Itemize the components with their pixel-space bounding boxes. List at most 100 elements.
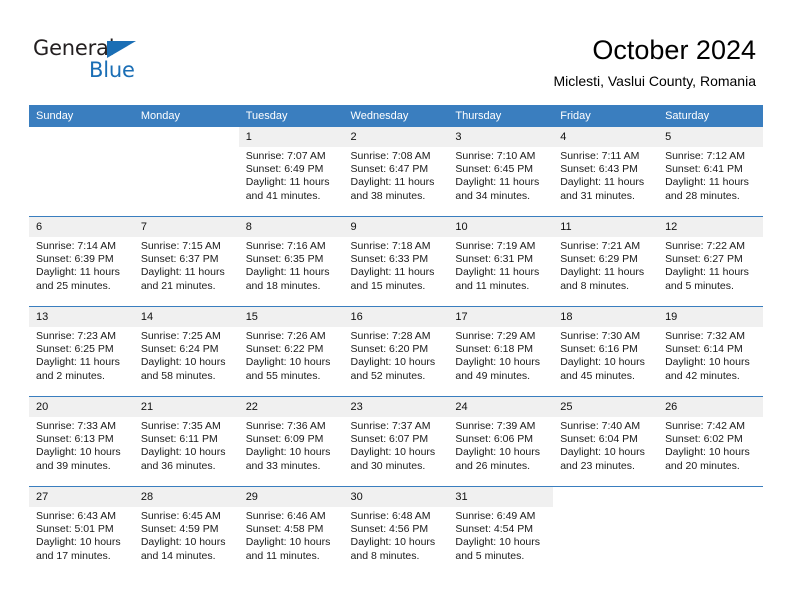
- sunset-text: Sunset: 6:14 PM: [665, 343, 743, 356]
- sunset-text: Sunset: 6:11 PM: [140, 433, 218, 446]
- daylight-text-line1: Daylight: 10 hours: [245, 446, 331, 459]
- day-number: 6: [29, 217, 134, 237]
- calendar-day-cell[interactable]: 2 Sunrise: 7:08 AM Sunset: 6:47 PM Daylight…: [343, 127, 449, 217]
- calendar-day-cell[interactable]: 14 Sunrise: 7:25 AM Sunset: 6:24 PM Dayligh…: [133, 306, 239, 397]
- daylight-text-line2: and 15 minutes.: [350, 279, 426, 292]
- daylight-text-line1: Daylight: 10 hours: [140, 536, 226, 549]
- daylight-text-line1: Daylight: 10 hours: [245, 356, 331, 369]
- daylight-text-line2: and 28 minutes.: [665, 189, 740, 202]
- logo-text-blue: Blue: [89, 58, 135, 82]
- day-cell-inner: 13 Sunrise: 7:23 AM Sunset: 6:25 PM Dayligh…: [29, 307, 134, 396]
- calendar-day-cell[interactable]: 12 Sunrise: 7:22 AM Sunset: 6:27 PM Dayligh…: [658, 216, 763, 307]
- day-cell-inner: 11 Sunrise: 7:21 AM Sunset: 6:29 PM Dayligh…: [553, 217, 659, 306]
- day-sun-info: Sunrise: 7:19 AM Sunset: 6:31 PM Daylight:…: [448, 237, 553, 293]
- day-cell-inner: 8 Sunrise: 7:16 AM Sunset: 6:35 PM Daylight…: [238, 217, 344, 306]
- sunset-text: Sunset: 6:07 PM: [350, 433, 429, 446]
- calendar-day-cell[interactable]: 1 Sunrise: 7:07 AM Sunset: 6:49 PM Daylight…: [238, 127, 344, 217]
- calendar-day-cell[interactable]: 27 Sunrise: 6:43 AM Sunset: 5:01 PM Dayligh…: [29, 486, 134, 576]
- sunrise-text: Sunrise: 7:08 AM: [350, 150, 431, 162]
- calendar-day-cell[interactable]: 15 Sunrise: 7:26 AM Sunset: 6:22 PM Dayligh…: [238, 306, 344, 397]
- daylight-text-line1: Daylight: 10 hours: [350, 536, 436, 549]
- calendar-day-cell[interactable]: 13 Sunrise: 7:23 AM Sunset: 6:25 PM Dayligh…: [29, 306, 134, 397]
- calendar-day-cell[interactable]: 18 Sunrise: 7:30 AM Sunset: 6:16 PM Dayligh…: [553, 306, 659, 397]
- day-number: 9: [343, 217, 449, 237]
- calendar-day-cell[interactable]: 28 Sunrise: 6:45 AM Sunset: 4:59 PM Dayligh…: [133, 486, 239, 576]
- daylight-text-line1: Daylight: 10 hours: [560, 446, 645, 459]
- calendar-day-cell[interactable]: 5 Sunrise: 7:12 AM Sunset: 6:41 PM Daylight…: [658, 127, 763, 217]
- sunrise-text: Sunrise: 6:46 AM: [245, 510, 326, 522]
- sunset-text: Sunset: 4:54 PM: [455, 523, 534, 536]
- sunset-text: Sunset: 6:45 PM: [455, 163, 534, 176]
- general-blue-logo[interactable]: General Blue: [33, 36, 213, 84]
- calendar-week-row: 13 Sunrise: 7:23 AM Sunset: 6:25 PM Dayligh…: [29, 306, 763, 397]
- calendar-day-cell[interactable]: 31 Sunrise: 6:49 AM Sunset: 4:54 PM Dayligh…: [448, 486, 554, 576]
- day-cell-inner: 15 Sunrise: 7:26 AM Sunset: 6:22 PM Dayligh…: [238, 307, 344, 396]
- day-cell-inner: 5 Sunrise: 7:12 AM Sunset: 6:41 PM Daylight…: [658, 127, 763, 216]
- logo-text-general: General: [33, 36, 115, 60]
- calendar-day-cell[interactable]: 17 Sunrise: 7:29 AM Sunset: 6:18 PM Dayligh…: [448, 306, 554, 397]
- sunrise-text: Sunrise: 7:36 AM: [245, 420, 326, 432]
- calendar-day-cell[interactable]: 4 Sunrise: 7:11 AM Sunset: 6:43 PM Daylight…: [553, 127, 659, 217]
- day-number: [553, 487, 658, 493]
- sunrise-text: Sunrise: 6:45 AM: [140, 510, 221, 522]
- day-number: 30: [343, 487, 449, 507]
- day-cell-inner: 29 Sunrise: 6:46 AM Sunset: 4:58 PM Dayligh…: [238, 487, 344, 576]
- daylight-text-line1: Daylight: 10 hours: [455, 536, 541, 549]
- sunrise-text: Sunrise: 7:26 AM: [245, 330, 326, 342]
- page-header: General Blue October 2024 Miclesti, Vasl…: [0, 0, 792, 104]
- calendar-day-cell[interactable]: 26 Sunrise: 7:42 AM Sunset: 6:02 PM Dayligh…: [658, 396, 763, 487]
- day-number: 19: [658, 307, 763, 327]
- calendar-day-cell[interactable]: 3 Sunrise: 7:10 AM Sunset: 6:45 PM Daylight…: [448, 127, 554, 217]
- daylight-text-line1: Daylight: 10 hours: [140, 446, 226, 459]
- sunset-text: Sunset: 6:22 PM: [245, 343, 324, 356]
- calendar-day-cell[interactable]: 11 Sunrise: 7:21 AM Sunset: 6:29 PM Dayligh…: [553, 216, 659, 307]
- calendar-day-cell[interactable]: 21 Sunrise: 7:35 AM Sunset: 6:11 PM Dayligh…: [133, 396, 239, 487]
- calendar-day-cell[interactable]: 23 Sunrise: 7:37 AM Sunset: 6:07 PM Dayligh…: [343, 396, 449, 487]
- daylight-text-line1: Daylight: 10 hours: [245, 536, 331, 549]
- sunset-text: Sunset: 4:56 PM: [350, 523, 429, 536]
- calendar-day-cell[interactable]: 9 Sunrise: 7:18 AM Sunset: 6:33 PM Daylight…: [343, 216, 449, 307]
- calendar-cell-empty: [553, 486, 659, 576]
- calendar-day-cell[interactable]: 20 Sunrise: 7:33 AM Sunset: 6:13 PM Dayligh…: [29, 396, 134, 487]
- calendar-day-cell[interactable]: 10 Sunrise: 7:19 AM Sunset: 6:31 PM Dayligh…: [448, 216, 554, 307]
- calendar-cell-empty: [658, 486, 763, 576]
- sunrise-text: Sunrise: 7:12 AM: [665, 150, 746, 162]
- sunset-text: Sunset: 6:39 PM: [36, 253, 114, 266]
- sunrise-text: Sunrise: 6:43 AM: [36, 510, 116, 522]
- day-number: 1: [238, 127, 344, 147]
- calendar-day-cell[interactable]: 8 Sunrise: 7:16 AM Sunset: 6:35 PM Daylight…: [238, 216, 344, 307]
- day-number: 29: [238, 487, 344, 507]
- daylight-text-line1: Daylight: 11 hours: [665, 176, 749, 189]
- daylight-text-line2: and 5 minutes.: [455, 549, 525, 562]
- calendar-body: 1 Sunrise: 7:07 AM Sunset: 6:49 PM Daylight…: [29, 127, 763, 576]
- calendar-day-cell[interactable]: 30 Sunrise: 6:48 AM Sunset: 4:56 PM Dayligh…: [343, 486, 449, 576]
- day-number: 28: [133, 487, 239, 507]
- day-sun-info: Sunrise: 7:22 AM Sunset: 6:27 PM Daylight:…: [658, 237, 763, 293]
- day-number: 3: [448, 127, 554, 147]
- calendar-day-cell[interactable]: 29 Sunrise: 6:46 AM Sunset: 4:58 PM Dayligh…: [238, 486, 344, 576]
- day-cell-inner: 14 Sunrise: 7:25 AM Sunset: 6:24 PM Dayligh…: [133, 307, 239, 396]
- day-cell-inner: 9 Sunrise: 7:18 AM Sunset: 6:33 PM Daylight…: [343, 217, 449, 306]
- calendar-day-cell[interactable]: 22 Sunrise: 7:36 AM Sunset: 6:09 PM Dayligh…: [238, 396, 344, 487]
- day-number: 24: [448, 397, 554, 417]
- calendar-day-cell[interactable]: 6 Sunrise: 7:14 AM Sunset: 6:39 PM Daylight…: [29, 216, 134, 307]
- day-cell-inner: 28 Sunrise: 6:45 AM Sunset: 4:59 PM Dayligh…: [133, 487, 239, 576]
- daylight-text-line2: and 36 minutes.: [140, 459, 216, 472]
- daylight-text-line2: and 38 minutes.: [350, 189, 426, 202]
- day-number: 18: [553, 307, 659, 327]
- calendar-day-cell[interactable]: 19 Sunrise: 7:32 AM Sunset: 6:14 PM Dayligh…: [658, 306, 763, 397]
- calendar-day-cell[interactable]: 16 Sunrise: 7:28 AM Sunset: 6:20 PM Dayligh…: [343, 306, 449, 397]
- sunset-text: Sunset: 6:24 PM: [140, 343, 219, 356]
- calendar-day-cell[interactable]: 24 Sunrise: 7:39 AM Sunset: 6:06 PM Dayligh…: [448, 396, 554, 487]
- day-sun-info: Sunrise: 7:18 AM Sunset: 6:33 PM Daylight:…: [344, 237, 449, 293]
- daylight-text-line2: and 5 minutes.: [665, 279, 734, 292]
- day-sun-info: Sunrise: 7:36 AM Sunset: 6:09 PM Daylight:…: [239, 417, 344, 473]
- sunrise-text: Sunrise: 7:28 AM: [350, 330, 431, 342]
- day-number: 25: [553, 397, 659, 417]
- calendar-day-cell[interactable]: 7 Sunrise: 7:15 AM Sunset: 6:37 PM Daylight…: [133, 216, 239, 307]
- daylight-text-line1: Daylight: 11 hours: [455, 266, 540, 279]
- daylight-text-line1: Daylight: 11 hours: [245, 176, 330, 189]
- day-cell-inner: 4 Sunrise: 7:11 AM Sunset: 6:43 PM Daylight…: [553, 127, 659, 216]
- calendar-day-cell[interactable]: 25 Sunrise: 7:40 AM Sunset: 6:04 PM Dayligh…: [553, 396, 659, 487]
- sunrise-text: Sunrise: 7:39 AM: [455, 420, 536, 432]
